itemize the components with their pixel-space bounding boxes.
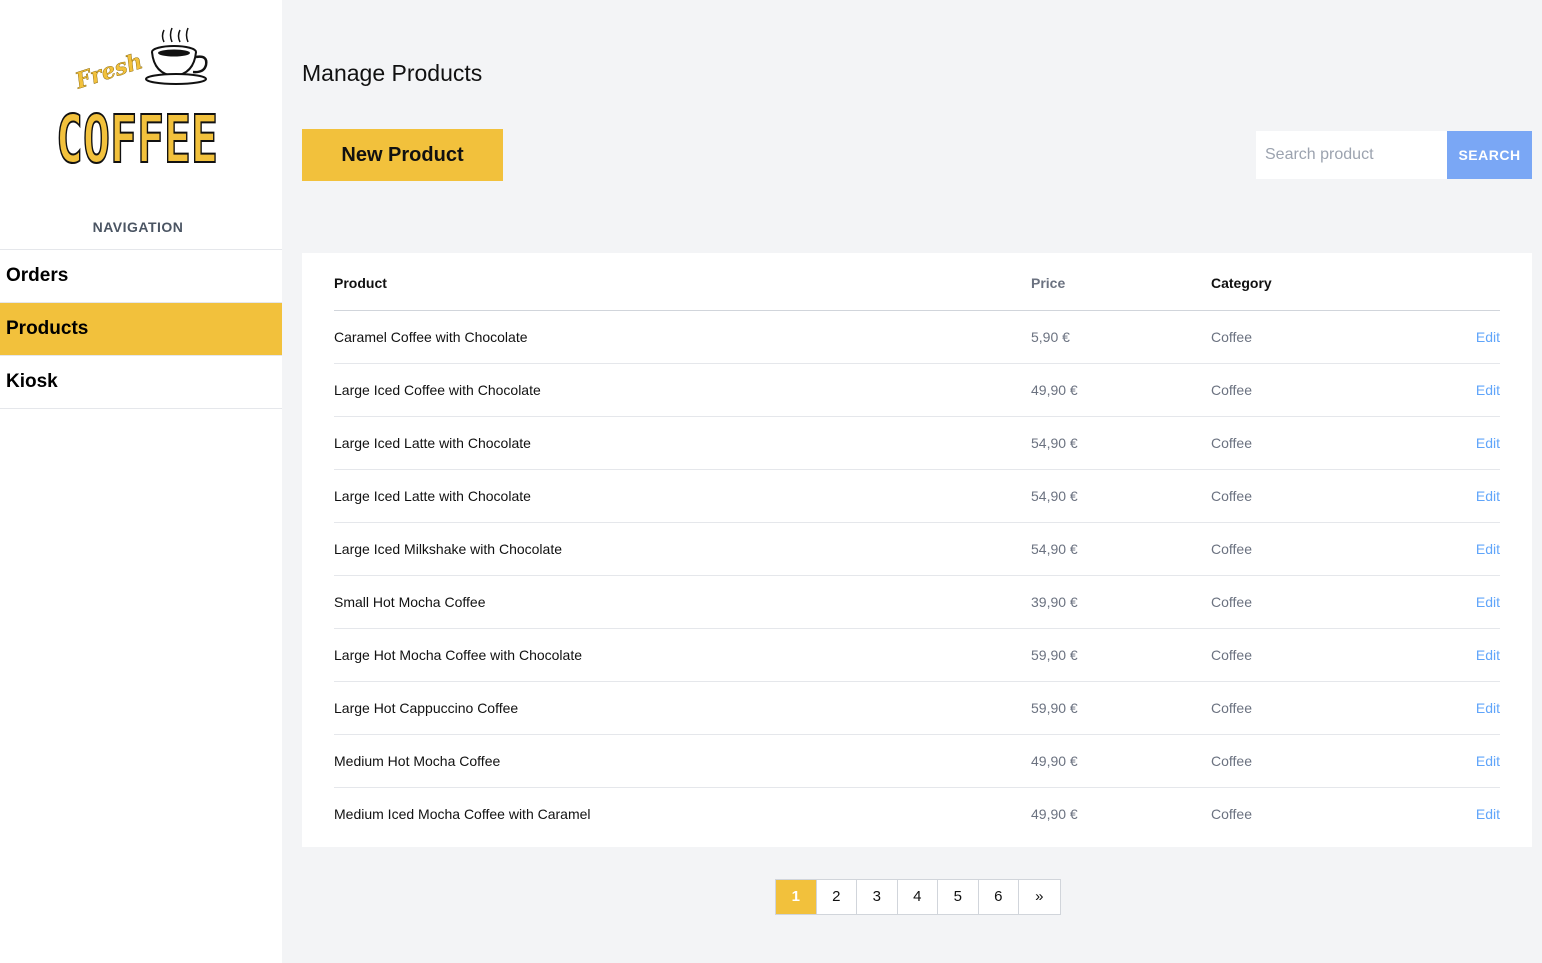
product-name: Large Hot Cappuccino Coffee: [334, 681, 1031, 735]
product-category: Coffee: [1211, 681, 1420, 735]
page-button-5[interactable]: 5: [938, 880, 979, 914]
product-price: 54,90 €: [1031, 416, 1211, 470]
product-name: Large Iced Latte with Chocolate: [334, 469, 1031, 523]
table-row: Medium Iced Mocha Coffee with Caramel 49…: [334, 787, 1500, 840]
sidebar-item-orders[interactable]: Orders: [0, 250, 282, 303]
search-button[interactable]: SEARCH: [1447, 131, 1532, 179]
product-category: Coffee: [1211, 522, 1420, 576]
page-button-1[interactable]: 1: [776, 880, 817, 914]
product-name: Small Hot Mocha Coffee: [334, 575, 1031, 629]
product-price: 5,90 €: [1031, 310, 1211, 364]
edit-link[interactable]: Edit: [1476, 541, 1500, 557]
page-title: Manage Products: [302, 60, 483, 86]
edit-link[interactable]: Edit: [1476, 382, 1500, 398]
page-button-2[interactable]: 2: [817, 880, 857, 914]
table-row: Large Iced Latte with Chocolate 54,90 € …: [334, 469, 1500, 523]
next-page-button[interactable]: »: [1019, 880, 1060, 914]
product-price: 49,90 €: [1031, 805, 1078, 822]
sidebar-item-kiosk[interactable]: Kiosk: [0, 356, 282, 409]
product-price: 54,90 €: [1031, 469, 1211, 523]
table-row: Large Hot Mocha Coffee with Chocolate 59…: [334, 628, 1500, 682]
edit-link[interactable]: Edit: [1476, 329, 1500, 345]
table-row: Large Iced Latte with Chocolate 54,90 € …: [334, 416, 1500, 470]
product-name: Large Iced Latte with Chocolate: [334, 416, 1031, 470]
sidebar-item-products[interactable]: Products: [0, 303, 282, 356]
page-button-6[interactable]: 6: [979, 880, 1019, 914]
product-price: 49,90 €: [1031, 363, 1211, 417]
product-category: Coffee: [1211, 575, 1420, 629]
table-row: Small Hot Mocha Coffee 39,90 € Coffee Ed…: [334, 575, 1500, 629]
product-price: 49,90 €: [1031, 734, 1211, 788]
table-row: Large Hot Cappuccino Coffee 59,90 € Coff…: [334, 681, 1500, 735]
column-header-actions: [1420, 253, 1500, 311]
pagination: 1 2 3 4 5 6 »: [775, 879, 1061, 915]
product-category: Coffee: [1211, 363, 1420, 417]
edit-link[interactable]: Edit: [1476, 753, 1500, 769]
edit-link[interactable]: Edit: [1476, 435, 1500, 451]
product-name: Caramel Coffee with Chocolate: [334, 310, 1031, 364]
product-price: 59,90 €: [1031, 681, 1211, 735]
product-price: 54,90 €: [1031, 522, 1211, 576]
table-row: Caramel Coffee with Chocolate 5,90 € Cof…: [334, 310, 1500, 364]
products-table: Product Price Category Caramel Coffee wi…: [334, 253, 1500, 840]
edit-link[interactable]: Edit: [1476, 488, 1500, 504]
page-button-4[interactable]: 4: [898, 880, 938, 914]
navigation-heading: NAVIGATION: [92, 219, 184, 235]
table-row: Large Iced Coffee with Chocolate 49,90 €…: [334, 363, 1500, 417]
fresh-coffee-logo: Fresh COFFEE: [52, 24, 232, 179]
logo-top-text: Fresh: [71, 48, 146, 94]
product-name: Large Iced Milkshake with Chocolate: [334, 522, 1031, 576]
product-price: 59,90 €: [1031, 628, 1211, 682]
product-category: Coffee: [1211, 416, 1420, 470]
product-name: Medium Iced Mocha Coffee with Caramel: [334, 805, 591, 822]
product-category: Coffee: [1211, 628, 1420, 682]
column-header-category: Category: [1211, 253, 1420, 311]
product-name: Large Hot Mocha Coffee with Chocolate: [334, 628, 1031, 682]
sidebar: Fresh COFFEE NAVIGATION Orders Products …: [0, 0, 282, 963]
product-category: Coffee: [1211, 310, 1420, 364]
column-header-product: Product: [334, 253, 1031, 311]
edit-link[interactable]: Edit: [1476, 647, 1500, 663]
table-header-row: Product Price Category: [334, 253, 1500, 311]
edit-link[interactable]: Edit: [1476, 700, 1500, 716]
new-product-button[interactable]: New Product: [302, 129, 503, 181]
product-name: Large Iced Coffee with Chocolate: [334, 363, 1031, 417]
products-table-card: Product Price Category Caramel Coffee wi…: [302, 253, 1532, 847]
product-category: Coffee: [1211, 805, 1252, 822]
sidebar-nav: Orders Products Kiosk: [0, 249, 282, 409]
page-button-3[interactable]: 3: [857, 880, 898, 914]
logo-main-text: COFFEE: [56, 101, 218, 174]
product-category: Coffee: [1211, 469, 1420, 523]
table-row: Large Iced Milkshake with Chocolate 54,9…: [334, 522, 1500, 576]
table-row: Medium Hot Mocha Coffee 49,90 € Coffee E…: [334, 734, 1500, 788]
edit-link[interactable]: Edit: [1476, 806, 1500, 822]
product-price: 39,90 €: [1031, 575, 1211, 629]
product-name: Medium Hot Mocha Coffee: [334, 734, 1031, 788]
product-category: Coffee: [1211, 734, 1420, 788]
edit-link[interactable]: Edit: [1476, 594, 1500, 610]
column-header-price: Price: [1031, 253, 1211, 311]
search-input[interactable]: [1256, 131, 1447, 179]
